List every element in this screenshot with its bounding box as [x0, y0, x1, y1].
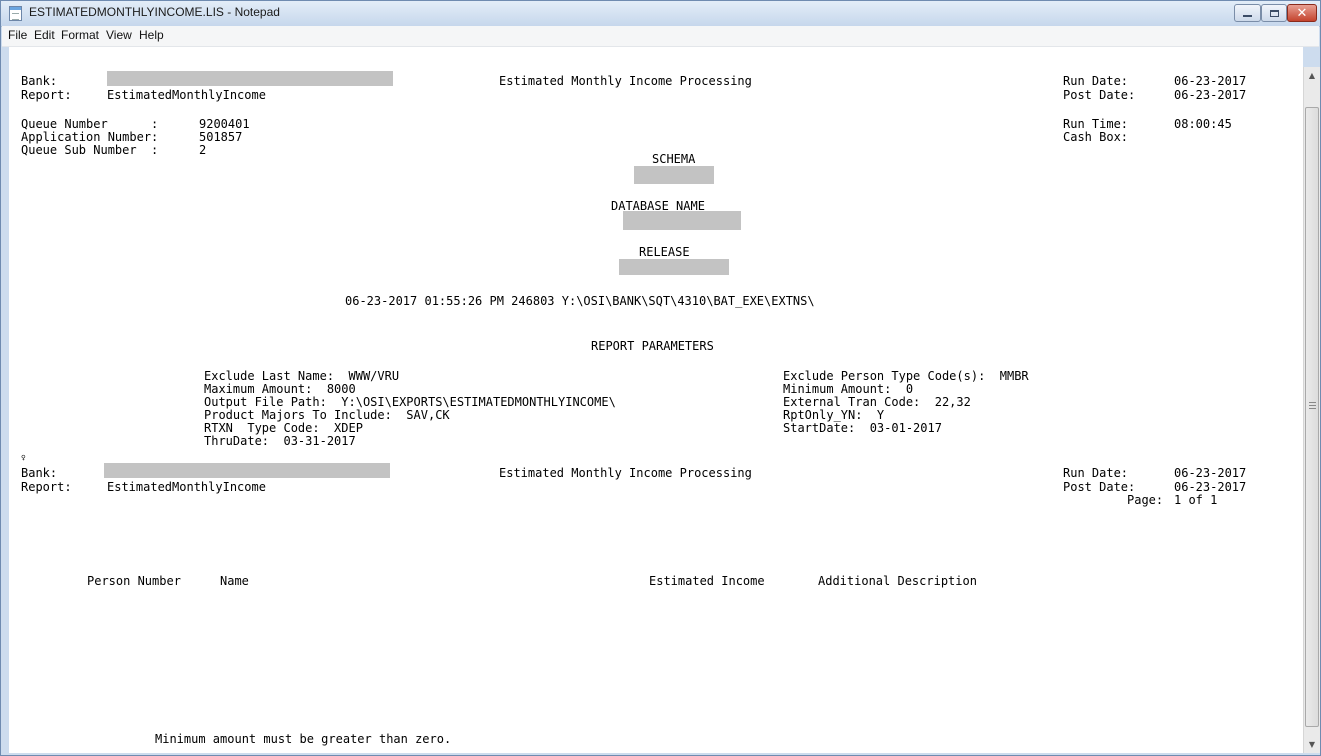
column-person-number: Person Number	[87, 574, 181, 588]
post-date-label-page: Post Date:	[1063, 480, 1136, 494]
notepad-window: ESTIMATEDMONTHLYINCOME.LIS - Notepad ✕ F…	[0, 0, 1321, 756]
param-thru-date: ThruDate: 03-31-2017	[204, 434, 356, 448]
redacted-schema	[634, 166, 714, 184]
menu-file[interactable]: File	[8, 28, 27, 42]
param-exclude-last-name: Exclude Last Name: WWW/VRU	[204, 369, 400, 383]
window-title: ESTIMATEDMONTHLYINCOME.LIS - Notepad	[29, 5, 280, 19]
report-name-page: EstimatedMonthlyIncome	[107, 480, 266, 494]
application-number-label: Application Number:	[21, 130, 159, 144]
redacted-bank-name-page	[104, 463, 390, 478]
param-output-file-path: Output File Path: Y:\OSI\EXPORTS\ESTIMAT…	[204, 395, 616, 409]
run-date-label-page: Run Date:	[1063, 466, 1129, 480]
cash-box-label: Cash Box:	[1063, 130, 1129, 144]
menu-format[interactable]: Format	[61, 28, 99, 42]
report-parameters-heading: REPORT PARAMETERS	[591, 339, 714, 353]
release-label: RELEASE	[639, 245, 690, 259]
maximize-icon	[1269, 9, 1279, 17]
close-icon: ✕	[1296, 5, 1308, 21]
column-additional-description: Additional Description	[818, 574, 977, 588]
menu-edit[interactable]: Edit	[34, 28, 55, 42]
application-number-value: 501857	[199, 130, 243, 144]
queue-number-label: Queue Number :	[21, 117, 159, 131]
redacted-release	[619, 259, 729, 275]
page-value: 1 of 1	[1174, 493, 1218, 507]
param-external-tran-code: External Tran Code: 22,32	[783, 395, 971, 409]
minimize-icon	[1243, 15, 1252, 17]
post-date-label: Post Date:	[1063, 88, 1136, 102]
minimize-button[interactable]	[1234, 4, 1261, 22]
redacted-database-name	[623, 211, 741, 230]
run-date-value-page: 06-23-2017	[1174, 466, 1247, 480]
param-exclude-person-type: Exclude Person Type Code(s): MMBR	[783, 369, 1029, 383]
menu-view[interactable]: View	[106, 28, 132, 42]
run-time-label: Run Time:	[1063, 117, 1129, 131]
queue-sub-number-value: 2	[199, 143, 207, 157]
notepad-icon	[9, 6, 22, 21]
report-title: Estimated Monthly Income Processing	[499, 74, 752, 88]
post-date-value-page: 06-23-2017	[1174, 480, 1247, 494]
scroll-down-arrow-icon[interactable]: ▼	[1304, 736, 1320, 753]
run-date-label: Run Date:	[1063, 74, 1129, 88]
queue-number-value: 9200401	[199, 117, 250, 131]
param-maximum-amount: Maximum Amount: 8000	[204, 382, 356, 396]
run-time-value: 08:00:45	[1174, 117, 1232, 131]
column-name: Name	[220, 574, 249, 588]
post-date-value: 06-23-2017	[1174, 88, 1247, 102]
scrollbar-thumb[interactable]	[1305, 107, 1319, 727]
bank-label: Bank:	[21, 74, 58, 88]
param-start-date: StartDate: 03-01-2017	[783, 421, 942, 435]
validation-message: Minimum amount must be greater than zero…	[155, 732, 452, 746]
run-date-value: 06-23-2017	[1174, 74, 1247, 88]
bank-label-page: Bank:	[21, 466, 58, 480]
report-label-page: Report:	[21, 480, 72, 494]
menu-bar: File Edit Format View Help	[2, 26, 1319, 47]
param-rpt-only: RptOnly_YN: Y	[783, 408, 885, 422]
schema-label: SCHEMA	[652, 152, 696, 166]
form-feed-glyph: ♀	[21, 453, 26, 462]
report-name: EstimatedMonthlyIncome	[107, 88, 266, 102]
redacted-bank-name	[107, 71, 393, 86]
close-button[interactable]: ✕	[1287, 4, 1317, 22]
report-title-page: Estimated Monthly Income Processing	[499, 466, 752, 480]
param-rtxn-type-code: RTXN Type Code: XDEP	[204, 421, 363, 435]
title-bar[interactable]: ESTIMATEDMONTHLYINCOME.LIS - Notepad ✕	[1, 1, 1320, 27]
param-minimum-amount: Minimum Amount: 0	[783, 382, 914, 396]
report-label: Report:	[21, 88, 72, 102]
menu-help[interactable]: Help	[139, 28, 164, 42]
executable-path-line: 06-23-2017 01:55:26 PM 246803 Y:\OSI\BAN…	[345, 294, 815, 308]
param-product-majors: Product Majors To Include: SAV,CK	[204, 408, 450, 422]
scroll-up-arrow-icon[interactable]: ▲	[1304, 67, 1320, 84]
vertical-scrollbar[interactable]: ▲ ▼	[1303, 67, 1320, 753]
column-estimated-income: Estimated Income	[649, 574, 765, 588]
maximize-button[interactable]	[1261, 4, 1287, 22]
page-label: Page:	[1127, 493, 1164, 507]
queue-sub-number-label: Queue Sub Number :	[21, 143, 159, 157]
text-editor[interactable]: Bank: Estimated Monthly Income Processin…	[9, 47, 1303, 753]
